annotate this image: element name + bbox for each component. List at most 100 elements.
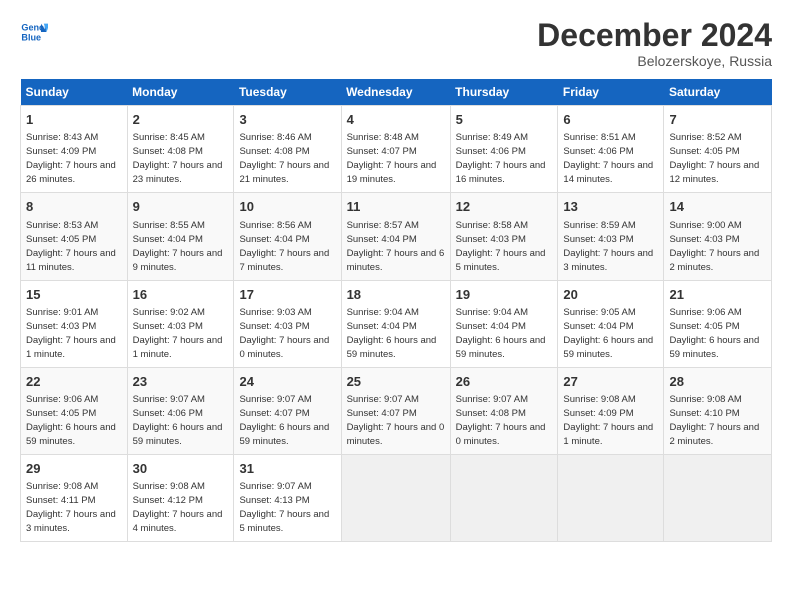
day-detail: Sunrise: 9:01 AMSunset: 4:03 PMDaylight:…	[26, 307, 116, 360]
day-detail: Sunrise: 8:59 AMSunset: 4:03 PMDaylight:…	[563, 220, 653, 273]
calendar-day-cell: 14 Sunrise: 9:00 AMSunset: 4:03 PMDayligh…	[664, 193, 772, 280]
day-detail: Sunrise: 9:08 AMSunset: 4:12 PMDaylight:…	[133, 481, 223, 534]
day-detail: Sunrise: 9:08 AMSunset: 4:09 PMDaylight:…	[563, 394, 653, 447]
header-tuesday: Tuesday	[234, 79, 341, 106]
calendar-day-cell: 17 Sunrise: 9:03 AMSunset: 4:03 PMDayligh…	[234, 280, 341, 367]
day-number: 1	[26, 111, 122, 129]
calendar-day-cell: 13Sunrise: 8:59 AMSunset: 4:03 PMDayligh…	[558, 193, 664, 280]
day-number: 30	[133, 460, 229, 478]
location: Belozerskoye, Russia	[537, 53, 772, 69]
calendar-day-cell: 24Sunrise: 9:07 AMSunset: 4:07 PMDayligh…	[234, 367, 341, 454]
weekday-header-row: Sunday Monday Tuesday Wednesday Thursday…	[21, 79, 772, 106]
calendar-day-cell: 27 Sunrise: 9:08 AMSunset: 4:09 PMDayligh…	[558, 367, 664, 454]
header-wednesday: Wednesday	[341, 79, 450, 106]
day-detail: Sunrise: 9:03 AMSunset: 4:03 PMDaylight:…	[239, 307, 329, 360]
day-number: 22	[26, 373, 122, 391]
day-number: 9	[133, 198, 229, 216]
empty-day-cell	[450, 454, 558, 541]
day-number: 14	[669, 198, 766, 216]
day-number: 4	[347, 111, 445, 129]
calendar-day-cell: 20 Sunrise: 9:05 AMSunset: 4:04 PMDayligh…	[558, 280, 664, 367]
day-number: 17	[239, 286, 335, 304]
day-number: 31	[239, 460, 335, 478]
day-detail: Sunrise: 9:07 AMSunset: 4:07 PMDaylight:…	[347, 394, 445, 447]
empty-day-cell	[341, 454, 450, 541]
calendar-day-cell: 18 Sunrise: 9:04 AMSunset: 4:04 PMDayligh…	[341, 280, 450, 367]
header-saturday: Saturday	[664, 79, 772, 106]
day-detail: Sunrise: 8:48 AMSunset: 4:07 PMDaylight:…	[347, 132, 437, 185]
calendar-day-cell: 10 Sunrise: 8:56 AMSunset: 4:04 PMDayligh…	[234, 193, 341, 280]
day-detail: Sunrise: 8:55 AMSunset: 4:04 PMDaylight:…	[133, 220, 223, 273]
day-detail: Sunrise: 8:45 AMSunset: 4:08 PMDaylight:…	[133, 132, 223, 185]
logo: General Blue	[20, 18, 48, 46]
header-sunday: Sunday	[21, 79, 128, 106]
header-thursday: Thursday	[450, 79, 558, 106]
day-detail: Sunrise: 9:04 AMSunset: 4:04 PMDaylight:…	[456, 307, 546, 360]
day-detail: Sunrise: 9:07 AMSunset: 4:13 PMDaylight:…	[239, 481, 329, 534]
calendar-day-cell: 2 Sunrise: 8:45 AMSunset: 4:08 PMDaylight…	[127, 106, 234, 193]
title-area: December 2024 Belozerskoye, Russia	[537, 18, 772, 69]
day-detail: Sunrise: 8:52 AMSunset: 4:05 PMDaylight:…	[669, 132, 759, 185]
calendar-day-cell: 8 Sunrise: 8:53 AMSunset: 4:05 PMDaylight…	[21, 193, 128, 280]
calendar-week-row: 22 Sunrise: 9:06 AMSunset: 4:05 PMDayligh…	[21, 367, 772, 454]
empty-day-cell	[558, 454, 664, 541]
svg-text:Blue: Blue	[21, 32, 41, 42]
day-detail: Sunrise: 8:58 AMSunset: 4:03 PMDaylight:…	[456, 220, 546, 273]
day-detail: Sunrise: 8:51 AMSunset: 4:06 PMDaylight:…	[563, 132, 653, 185]
day-number: 27	[563, 373, 658, 391]
day-number: 29	[26, 460, 122, 478]
day-number: 2	[133, 111, 229, 129]
day-detail: Sunrise: 9:04 AMSunset: 4:04 PMDaylight:…	[347, 307, 437, 360]
day-detail: Sunrise: 8:57 AMSunset: 4:04 PMDaylight:…	[347, 220, 445, 273]
day-detail: Sunrise: 9:05 AMSunset: 4:04 PMDaylight:…	[563, 307, 653, 360]
day-detail: Sunrise: 8:43 AMSunset: 4:09 PMDaylight:…	[26, 132, 116, 185]
calendar-week-row: 15Sunrise: 9:01 AMSunset: 4:03 PMDayligh…	[21, 280, 772, 367]
header-friday: Friday	[558, 79, 664, 106]
calendar-day-cell: 23Sunrise: 9:07 AMSunset: 4:06 PMDayligh…	[127, 367, 234, 454]
day-number: 28	[669, 373, 766, 391]
day-number: 7	[669, 111, 766, 129]
day-detail: Sunrise: 9:06 AMSunset: 4:05 PMDaylight:…	[26, 394, 116, 447]
calendar-day-cell: 1 Sunrise: 8:43 AMSunset: 4:09 PMDaylight…	[21, 106, 128, 193]
day-number: 21	[669, 286, 766, 304]
calendar-week-row: 29 Sunrise: 9:08 AMSunset: 4:11 PMDayligh…	[21, 454, 772, 541]
calendar-day-cell: 12 Sunrise: 8:58 AMSunset: 4:03 PMDayligh…	[450, 193, 558, 280]
calendar-day-cell: 3 Sunrise: 8:46 AMSunset: 4:08 PMDaylight…	[234, 106, 341, 193]
day-detail: Sunrise: 8:49 AMSunset: 4:06 PMDaylight:…	[456, 132, 546, 185]
day-detail: Sunrise: 9:08 AMSunset: 4:11 PMDaylight:…	[26, 481, 116, 534]
day-number: 18	[347, 286, 445, 304]
calendar-table: Sunday Monday Tuesday Wednesday Thursday…	[20, 79, 772, 542]
calendar-day-cell: 5Sunrise: 8:49 AMSunset: 4:06 PMDaylight…	[450, 106, 558, 193]
day-number: 10	[239, 198, 335, 216]
day-detail: Sunrise: 8:56 AMSunset: 4:04 PMDaylight:…	[239, 220, 329, 273]
calendar-day-cell: 21Sunrise: 9:06 AMSunset: 4:05 PMDayligh…	[664, 280, 772, 367]
day-detail: Sunrise: 9:07 AMSunset: 4:08 PMDaylight:…	[456, 394, 546, 447]
day-detail: Sunrise: 9:08 AMSunset: 4:10 PMDaylight:…	[669, 394, 759, 447]
calendar-day-cell: 22 Sunrise: 9:06 AMSunset: 4:05 PMDayligh…	[21, 367, 128, 454]
day-detail: Sunrise: 9:02 AMSunset: 4:03 PMDaylight:…	[133, 307, 223, 360]
month-title: December 2024	[537, 18, 772, 53]
calendar-day-cell: 30 Sunrise: 9:08 AMSunset: 4:12 PMDayligh…	[127, 454, 234, 541]
day-number: 16	[133, 286, 229, 304]
day-number: 8	[26, 198, 122, 216]
calendar-day-cell: 25 Sunrise: 9:07 AMSunset: 4:07 PMDayligh…	[341, 367, 450, 454]
day-number: 25	[347, 373, 445, 391]
calendar-body: 1 Sunrise: 8:43 AMSunset: 4:09 PMDaylight…	[21, 106, 772, 542]
day-number: 26	[456, 373, 553, 391]
day-number: 19	[456, 286, 553, 304]
day-number: 24	[239, 373, 335, 391]
header: General Blue December 2024 Belozerskoye,…	[20, 18, 772, 69]
logo-icon: General Blue	[20, 18, 48, 46]
day-detail: Sunrise: 8:46 AMSunset: 4:08 PMDaylight:…	[239, 132, 329, 185]
calendar-week-row: 8 Sunrise: 8:53 AMSunset: 4:05 PMDaylight…	[21, 193, 772, 280]
day-number: 20	[563, 286, 658, 304]
calendar-day-cell: 19 Sunrise: 9:04 AMSunset: 4:04 PMDayligh…	[450, 280, 558, 367]
day-number: 6	[563, 111, 658, 129]
calendar-day-cell: 4 Sunrise: 8:48 AMSunset: 4:07 PMDaylight…	[341, 106, 450, 193]
day-detail: Sunrise: 9:00 AMSunset: 4:03 PMDaylight:…	[669, 220, 759, 273]
day-number: 12	[456, 198, 553, 216]
page-container: General Blue December 2024 Belozerskoye,…	[0, 0, 792, 552]
day-detail: Sunrise: 8:53 AMSunset: 4:05 PMDaylight:…	[26, 220, 116, 273]
calendar-day-cell: 26 Sunrise: 9:07 AMSunset: 4:08 PMDayligh…	[450, 367, 558, 454]
day-number: 3	[239, 111, 335, 129]
